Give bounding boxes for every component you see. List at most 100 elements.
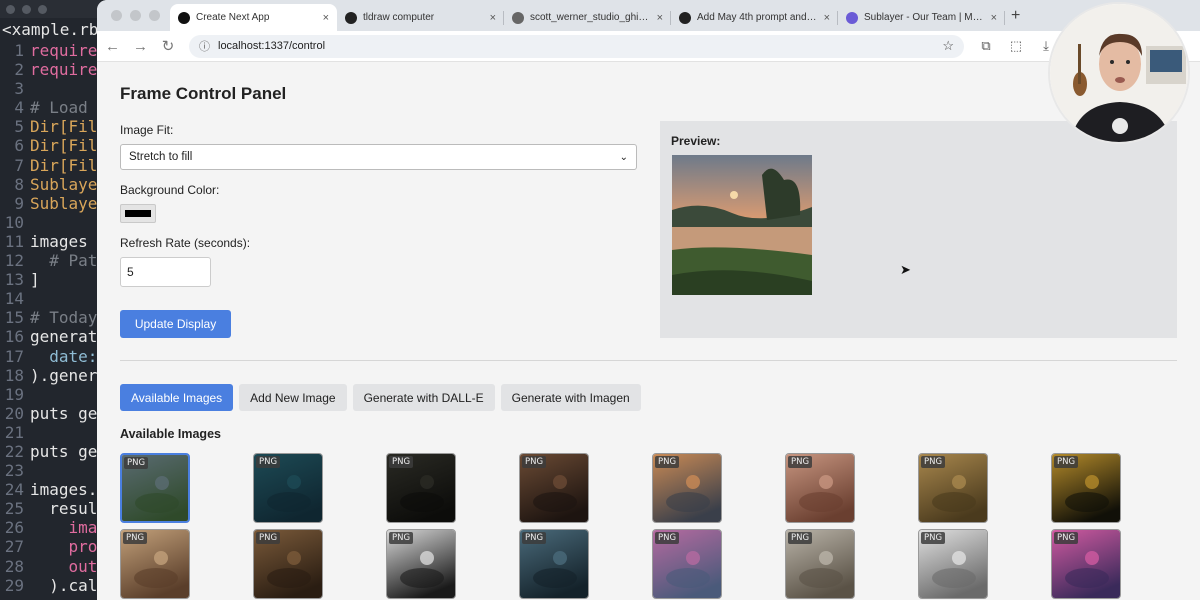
webcam-overlay	[1048, 2, 1190, 144]
browser-tab[interactable]: tldraw computer ×	[337, 4, 504, 31]
code-line[interactable]: 11 images	[0, 232, 97, 251]
image-thumbnail[interactable]: PNG	[253, 453, 323, 523]
image-thumbnail[interactable]: PNG	[785, 529, 855, 599]
address-bar[interactable]: ⓘ localhost:1337/control ☆	[189, 34, 964, 58]
browser-tab[interactable]: Create Next App ×	[170, 4, 337, 31]
line-number: 15	[4, 308, 24, 328]
site-info-icon[interactable]: ⓘ	[199, 38, 210, 54]
back-icon[interactable]: ←	[105, 38, 120, 55]
line-number: 21	[4, 422, 24, 442]
window-minimize-button[interactable]	[130, 10, 141, 21]
tab-close-icon[interactable]: ×	[824, 12, 830, 24]
code-line[interactable]: 3	[0, 79, 97, 98]
image-thumbnail[interactable]: PNG	[652, 453, 722, 523]
code-line[interactable]: 4 # Load	[0, 98, 97, 117]
image-thumbnail[interactable]: PNG	[652, 529, 722, 599]
image-thumbnail[interactable]: PNG	[386, 529, 456, 599]
image-thumbnail[interactable]: PNG	[1051, 529, 1121, 599]
code-line[interactable]: 23	[0, 461, 97, 480]
code-line[interactable]: 8 Sublaye	[0, 175, 97, 194]
line-number: 23	[4, 461, 24, 481]
tab-close-icon[interactable]: ×	[323, 12, 329, 24]
code-line[interactable]: 12 # Pat	[0, 251, 98, 270]
png-badge: PNG	[921, 532, 946, 544]
code-line[interactable]: 26 ima	[0, 518, 98, 538]
image-tab[interactable]: Add New Image	[239, 384, 347, 411]
zoom-dot[interactable]	[38, 5, 47, 14]
code-line[interactable]: 18).gener	[0, 366, 98, 385]
image-thumbnail[interactable]: PNG	[785, 453, 855, 523]
code-text: ima	[30, 518, 98, 538]
image-thumbnail[interactable]: PNG	[519, 529, 589, 599]
browser-window: Create Next App × tldraw computer × scott_we…	[97, 0, 1200, 600]
code-line[interactable]: 15 # Today	[0, 308, 98, 328]
browser-tab[interactable]: scott_werner_studio_ghibli.jp ×	[504, 4, 671, 31]
close-dot[interactable]	[6, 5, 15, 14]
image-fit-select[interactable]: Stretch to fill ⌄	[120, 144, 637, 170]
reload-icon[interactable]: ↻	[161, 37, 175, 55]
code-line[interactable]: 22 puts ge	[0, 442, 98, 461]
code-line[interactable]: 27 pro	[0, 537, 98, 556]
image-thumbnail[interactable]: PNG	[253, 529, 323, 599]
code-line[interactable]: 19	[0, 385, 97, 404]
image-tab[interactable]: Generate with Imagen	[500, 384, 641, 411]
image-thumbnail[interactable]: PNG	[918, 453, 988, 523]
editor-filename: <xample.rb]	[2, 20, 100, 39]
code-line[interactable]: 21	[0, 423, 97, 442]
code-line[interactable]: 16 generat	[0, 327, 98, 346]
image-thumbnail[interactable]: PNG	[120, 453, 190, 523]
png-badge: PNG	[1054, 456, 1079, 468]
background-color-picker[interactable]	[120, 204, 156, 223]
tab-close-icon[interactable]: ×	[490, 12, 496, 24]
bookmark-star-icon[interactable]: ☆	[942, 38, 954, 54]
code-line[interactable]: 24 images.	[0, 480, 98, 499]
refresh-rate-input[interactable]: 5	[120, 257, 211, 287]
puzzle-icon[interactable]: ⬚	[1008, 38, 1024, 54]
tab-close-icon[interactable]: ×	[657, 12, 663, 24]
image-thumbnail[interactable]: PNG	[120, 529, 190, 599]
image-thumbnail[interactable]: PNG	[386, 453, 456, 523]
image-tab[interactable]: Generate with DALL-E	[352, 384, 495, 411]
code-line[interactable]: 2 require	[0, 60, 97, 79]
code-line[interactable]: 28 out	[0, 556, 98, 576]
image-thumbnail[interactable]: PNG	[519, 453, 589, 523]
code-line[interactable]: 10	[0, 213, 97, 232]
extension-icon[interactable]: ⧉	[978, 38, 994, 54]
editor-lines[interactable]: 1 require 2 require 3 4 # Load 5 Dir[Fil 6 Dir[Fil…	[0, 41, 98, 595]
browser-tab[interactable]: Add May 4th prompt and hea ×	[671, 4, 838, 31]
png-badge: PNG	[256, 532, 281, 544]
code-line[interactable]: 9 Sublaye	[0, 194, 97, 213]
window-close-button[interactable]	[111, 10, 122, 21]
code-line[interactable]: 17 date:	[0, 347, 98, 366]
window-zoom-button[interactable]	[149, 10, 160, 21]
editor-titlebar	[0, 0, 100, 18]
tab-label: tldraw computer	[363, 12, 435, 23]
browser-tab[interactable]: Sublayer - Our Team | May 3, ×	[838, 4, 1005, 31]
image-tab[interactable]: Available Images	[120, 384, 234, 411]
new-tab-icon[interactable]: +	[1005, 7, 1030, 31]
code-line[interactable]: 14	[0, 289, 97, 308]
update-display-button[interactable]: Update Display	[120, 310, 231, 338]
image-fit-label: Image Fit:	[120, 123, 174, 137]
code-line[interactable]: 20 puts ge	[0, 403, 98, 423]
image-thumbnail[interactable]: PNG	[1051, 453, 1121, 523]
favicon-icon	[178, 11, 190, 24]
line-number: 11	[4, 231, 24, 251]
code-line[interactable]: 1 require	[0, 41, 97, 60]
code-line[interactable]: 7 Dir[Fil	[0, 156, 97, 175]
code-text: out	[30, 556, 98, 576]
code-line[interactable]: 13]	[0, 270, 97, 289]
code-line[interactable]: 6 Dir[Fil	[0, 136, 97, 155]
image-thumbnail[interactable]: PNG	[918, 529, 988, 599]
tab-close-icon[interactable]: ×	[991, 12, 997, 24]
png-badge: PNG	[256, 456, 281, 468]
favicon-icon	[679, 11, 691, 24]
code-line[interactable]: 5 Dir[Fil	[0, 117, 97, 136]
forward-icon[interactable]: →	[133, 38, 148, 55]
code-line[interactable]: 25 resul	[0, 499, 98, 519]
line-number: 20	[4, 403, 24, 423]
minimize-dot[interactable]	[22, 5, 31, 14]
code-text: resul	[30, 499, 98, 519]
code-line[interactable]: 29 ).cal	[0, 576, 98, 595]
code-text: Sublaye	[30, 193, 98, 213]
